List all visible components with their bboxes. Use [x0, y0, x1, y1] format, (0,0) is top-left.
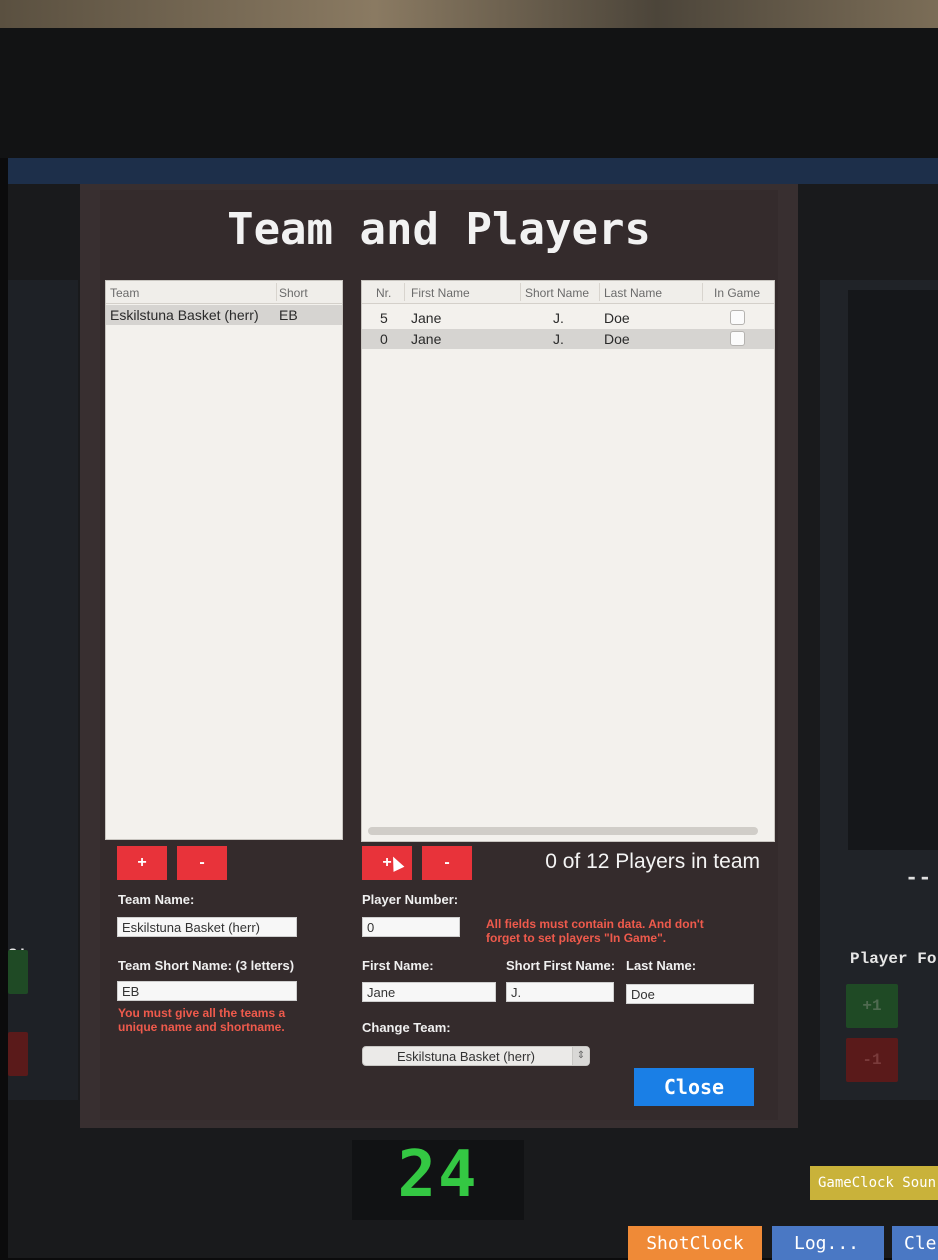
first-name-field[interactable]: Jane — [362, 982, 496, 1002]
column-divider — [599, 283, 600, 301]
log-button[interactable]: Log... — [772, 1226, 884, 1260]
player-last-name-cell: Doe — [604, 310, 630, 326]
player-table[interactable]: Nr. First Name Short Name Last Name In G… — [361, 280, 775, 842]
last-name-label: Last Name: — [626, 958, 697, 973]
change-team-selected-value: Eskilstuna Basket (herr) — [397, 1049, 535, 1064]
change-team-select[interactable]: Eskilstuna Basket (herr) ⇕ — [362, 1046, 590, 1066]
column-header-team[interactable]: Team — [110, 286, 139, 300]
shot-clock-value: 24 — [397, 1138, 479, 1212]
table-row[interactable]: 0 Jane J. Doe — [362, 329, 774, 349]
player-foul-plus-button[interactable]: +1 — [846, 984, 898, 1028]
remove-team-button[interactable]: - — [177, 846, 227, 880]
player-nr-cell: 5 — [380, 310, 388, 326]
player-fouls-label: Player Fo — [850, 950, 937, 968]
left-plus-button[interactable] — [8, 950, 28, 994]
in-game-checkbox[interactable] — [730, 310, 745, 325]
shotclock-button[interactable]: ShotClock — [628, 1226, 762, 1260]
remove-player-button[interactable]: - — [422, 846, 472, 880]
player-number-label: Player Number: — [362, 892, 459, 907]
player-first-name-cell: Jane — [411, 310, 442, 326]
column-divider — [404, 283, 405, 301]
player-table-header: Nr. First Name Short Name Last Name In G… — [362, 281, 774, 304]
column-header-nr[interactable]: Nr. — [376, 286, 391, 300]
background-right-display — [848, 290, 938, 850]
table-row[interactable]: Eskilstuna Basket (herr) EB — [106, 305, 342, 325]
add-team-button[interactable]: + — [117, 846, 167, 880]
team-short-name-label: Team Short Name: (3 letters) — [118, 958, 295, 973]
team-name-label: Team Name: — [118, 892, 195, 907]
short-first-name-field[interactable]: J. — [506, 982, 614, 1002]
gameclock-sound-button[interactable]: GameClock Soun — [810, 1166, 938, 1200]
last-name-field[interactable]: Doe — [626, 984, 754, 1004]
player-foul-minus-button[interactable]: -1 — [846, 1038, 898, 1082]
first-name-label: First Name: — [362, 958, 434, 973]
change-team-label: Change Team: — [362, 1020, 451, 1035]
column-header-in-game[interactable]: In Game — [714, 286, 760, 300]
player-nr-cell: 0 — [380, 331, 388, 347]
close-button[interactable]: Close — [634, 1068, 754, 1106]
team-name-field[interactable]: Eskilstuna Basket (herr) — [117, 917, 297, 937]
player-short-name-cell: J. — [553, 310, 564, 326]
column-header-short[interactable]: Short — [279, 286, 308, 300]
player-first-name-cell: Jane — [411, 331, 442, 347]
photo-frame-top — [0, 0, 938, 28]
column-divider — [520, 283, 521, 301]
updown-arrows-icon: ⇕ — [572, 1047, 589, 1065]
background-score-dash: -- — [905, 866, 932, 891]
column-header-last-name[interactable]: Last Name — [604, 286, 662, 300]
horizontal-scrollbar[interactable] — [368, 827, 758, 835]
clear-button[interactable]: Cle — [892, 1226, 938, 1260]
in-game-checkbox[interactable] — [730, 331, 745, 346]
short-first-name-label: Short First Name: — [506, 958, 616, 973]
dialog-title: Team and Players — [227, 204, 651, 255]
player-last-name-cell: Doe — [604, 331, 630, 347]
add-player-button[interactable]: + — [362, 846, 412, 880]
column-header-short-name[interactable]: Short Name — [525, 286, 589, 300]
team-table-header: Team Short — [106, 281, 342, 304]
team-warning-text: You must give all the teams a unique nam… — [118, 1006, 286, 1034]
team-table[interactable]: Team Short Eskilstuna Basket (herr) EB — [105, 280, 343, 840]
player-number-field[interactable]: 0 — [362, 917, 460, 937]
team-short-name-field[interactable]: EB — [117, 981, 297, 1001]
left-minus-button[interactable] — [8, 1032, 28, 1076]
player-short-name-cell: J. — [553, 331, 564, 347]
monitor-bezel — [0, 28, 938, 158]
team-name-cell: Eskilstuna Basket (herr) — [110, 307, 259, 323]
app-header-strip — [8, 158, 938, 184]
column-divider — [702, 283, 703, 301]
players-count-label: 0 of 12 Players in team — [545, 850, 760, 873]
table-row[interactable]: 5 Jane J. Doe — [362, 308, 774, 328]
column-header-first-name[interactable]: First Name — [411, 286, 470, 300]
player-warning-text: All fields must contain data. And don't … — [486, 917, 704, 945]
team-short-cell: EB — [279, 307, 298, 323]
column-divider — [276, 283, 277, 301]
